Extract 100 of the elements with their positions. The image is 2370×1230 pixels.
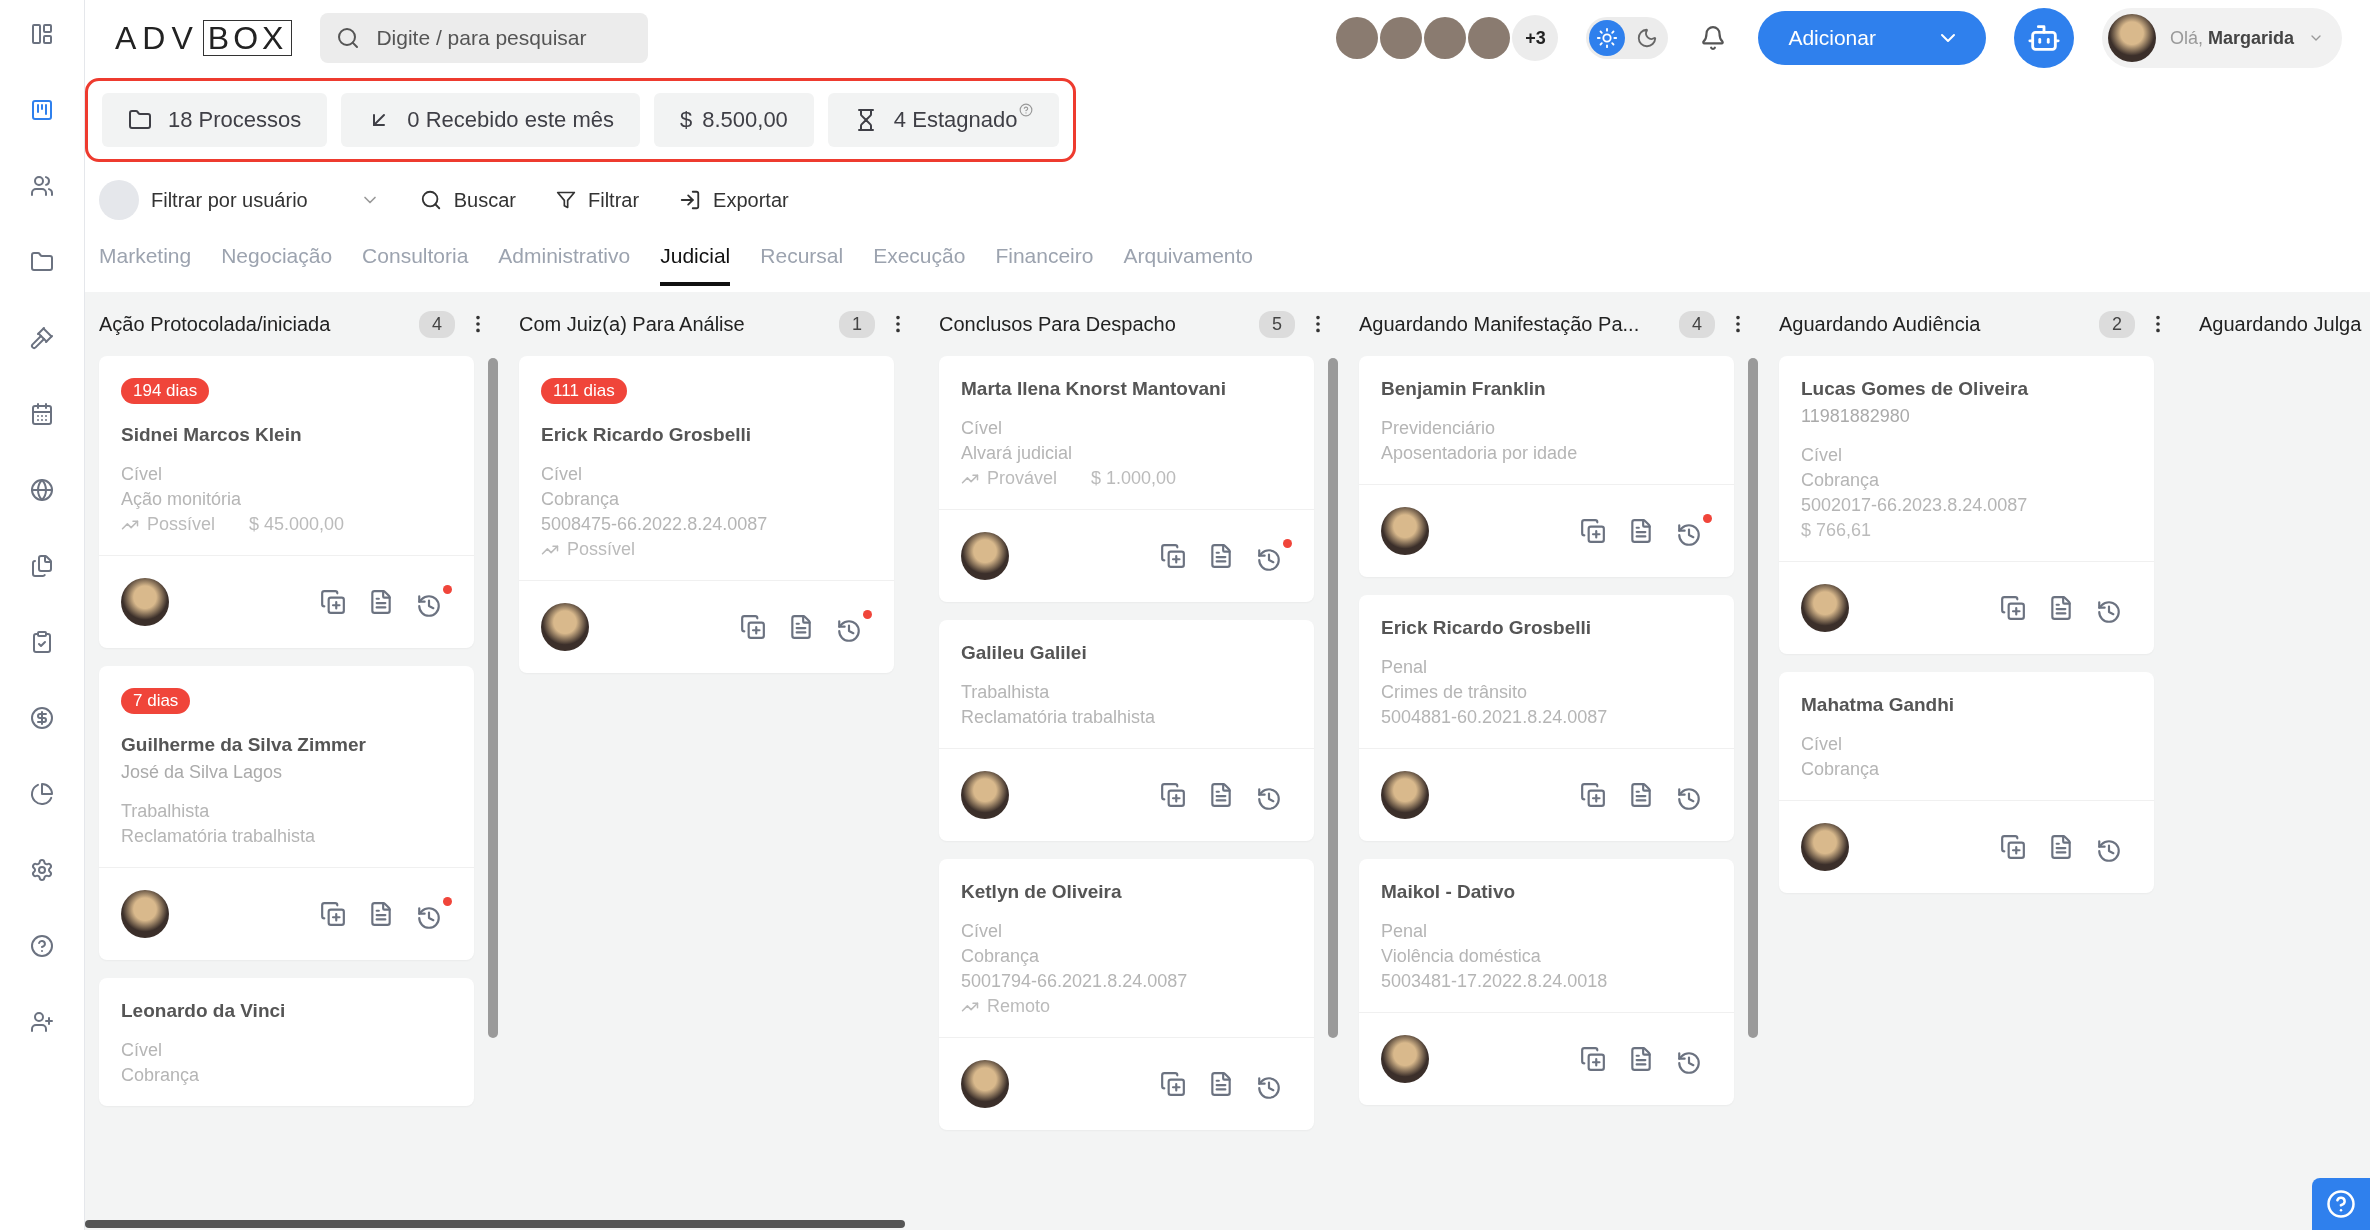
client-name: Galileu Galilei [961,642,1088,664]
scrollbar[interactable] [1748,358,1758,1038]
case-info: Cível [1801,445,1843,466]
add-copy-icon[interactable] [1580,782,1606,808]
funnel-icon [555,190,576,210]
case-info: Cível [121,1040,163,1061]
client-name: Leonardo da Vinci [121,1000,287,1022]
avatar[interactable] [1468,17,1511,59]
client-name: Mahatma Gandhi [1801,694,1956,716]
photo-placeholder [961,771,1009,819]
tab[interactable]: Judicial [660,244,731,286]
add-copy-icon[interactable] [740,614,766,640]
case-info: Reclamatória trabalhista [961,707,1157,728]
case-info: Cobrança [541,489,621,510]
column-count: 1 [839,310,875,338]
process-card[interactable]: Maikol - Dativo Penal Violência doméstica 5003481-17.2022.8.24.0018 [1359,859,1734,1105]
document-icon[interactable] [1628,1046,1654,1072]
process-number: 5004881-60.2021.8.24.0087 [1381,707,1609,728]
add-copy-icon[interactable] [1580,1046,1606,1072]
filter-button[interactable]: Filtrar [555,188,640,212]
document-icon[interactable] [2048,834,2074,860]
column-count: 5 [1259,310,1295,338]
client-name: Erick Ricardo Grosbelli [541,424,753,446]
avatar[interactable] [1424,17,1467,59]
document-icon[interactable] [368,589,394,615]
case-info: Violência doméstica [1381,946,1542,967]
scrollbar[interactable] [488,358,498,1038]
case-info: Cível [541,464,583,485]
more-users-count[interactable]: +3 [1512,15,1559,61]
scrollbar[interactable] [85,1220,905,1228]
user-filter[interactable]: Filtrar por usuário [99,180,380,220]
document-icon[interactable] [1628,782,1654,808]
add-copy-icon[interactable] [1160,782,1186,808]
add-button[interactable]: Adicionar [1758,11,1986,65]
process-card[interactable]: 194 dias Sidnei Marcos Klein Cível Ação monitória Possível $ 45.000,00 [99,356,474,648]
process-card[interactable]: 7 dias Guilherme da Silva Zimmer José da Silva Lagos Trabalhista Reclamatória trabalhista [99,666,474,960]
document-icon[interactable] [2048,595,2074,621]
history-icon[interactable] [416,585,452,619]
client-name: Guilherme da Silva Zimmer [121,734,367,756]
search-field[interactable]: Digite / para pesquisar [320,13,649,63]
photo-placeholder [541,603,589,651]
search-button[interactable]: Buscar [419,188,516,212]
help-icon[interactable] [1019,103,1034,117]
column-title: Aguardando Audiência [1779,312,1982,336]
process-card[interactable]: Mahatma Gandhi Cível Cobrança [1779,672,2154,893]
photo-placeholder [1381,507,1429,555]
add-copy-icon[interactable] [2000,595,2026,621]
chance-label: Remoto [961,996,1051,1017]
add-copy-icon[interactable] [2000,834,2026,860]
photo-placeholder [1801,584,1849,632]
column-count: 4 [419,310,455,338]
help-icon[interactable] [2312,1178,2370,1230]
case-info: Cível [961,418,1003,439]
user-menu[interactable]: Olá, Margarida [2101,8,2342,68]
process-card[interactable]: Erick Ricardo Grosbelli Penal Crimes de trânsito 5004881-60.2021.8.24.0087 [1359,595,1734,841]
process-card[interactable]: Galileu Galilei Trabalhista Reclamatória trabalhista [939,620,1314,841]
process-card[interactable]: Benjamin Franklin Previdenciário Aposentadoria por idade [1359,356,1734,577]
add-copy-icon[interactable] [1160,1071,1186,1097]
process-card[interactable]: 111 dias Erick Ricardo Grosbelli Cível Cobrança 5008475-66.2022.8.24.0087 Possível [519,356,894,673]
history-icon[interactable] [1256,539,1292,573]
document-icon[interactable] [1208,782,1234,808]
photo-placeholder [121,578,169,626]
avatar[interactable] [1336,17,1379,59]
chance-label: Possível [121,514,216,535]
add-copy-icon[interactable] [1160,543,1186,569]
document-icon[interactable] [1208,543,1234,569]
avatar[interactable] [1380,17,1423,59]
client-name: Maikol - Dativo [1381,881,1517,903]
photo-placeholder [961,532,1009,580]
add-copy-icon[interactable] [320,901,346,927]
photo-placeholder [1381,1035,1429,1083]
export-button[interactable]: Exportar [679,188,789,212]
column-title: Aguardando Julga [2199,312,2363,336]
document-icon[interactable] [1208,1071,1234,1097]
sun-icon[interactable] [1589,20,1626,56]
photo-placeholder [961,1060,1009,1108]
stat-chip: 4 Estagnado [827,93,1060,147]
process-card[interactable]: Marta Ilena Knorst Mantovani Cível Alvará judicial Provável $ 1.000,00 [939,356,1314,602]
add-copy-icon[interactable] [320,589,346,615]
case-info: Penal [1381,921,1429,942]
client-detail: 11981882980 [1801,406,1911,427]
document-icon[interactable] [1628,518,1654,544]
scrollbar[interactable] [1328,358,1338,1038]
process-card[interactable]: Ketlyn de Oliveira Cível Cobrança 5001794-66.2021.8.24.0087 Remoto [939,859,1314,1130]
document-icon[interactable] [368,901,394,927]
process-number: 5003481-17.2022.8.24.0018 [1381,971,1609,992]
export-icon [679,189,702,211]
chance-label: Provável [961,468,1058,489]
column-title: Ação Protocolada/iniciada [99,312,332,336]
history-icon[interactable] [1676,514,1712,548]
client-name: Benjamin Franklin [1381,378,1547,400]
document-icon[interactable] [788,614,814,640]
client-name: Erick Ricardo Grosbelli [1381,617,1593,639]
history-icon[interactable] [836,610,872,644]
add-copy-icon[interactable] [1580,518,1606,544]
history-icon[interactable] [416,897,452,931]
process-card[interactable]: Lucas Gomes de Oliveira 11981882980 Cível Cobrança 5002017-66.2023.8.24.0087 $ 766,61 [1779,356,2154,654]
photo-placeholder [1381,771,1429,819]
days-badge: 7 dias [121,688,191,714]
process-card[interactable]: Leonardo da Vinci Cível Cobrança [99,978,474,1106]
